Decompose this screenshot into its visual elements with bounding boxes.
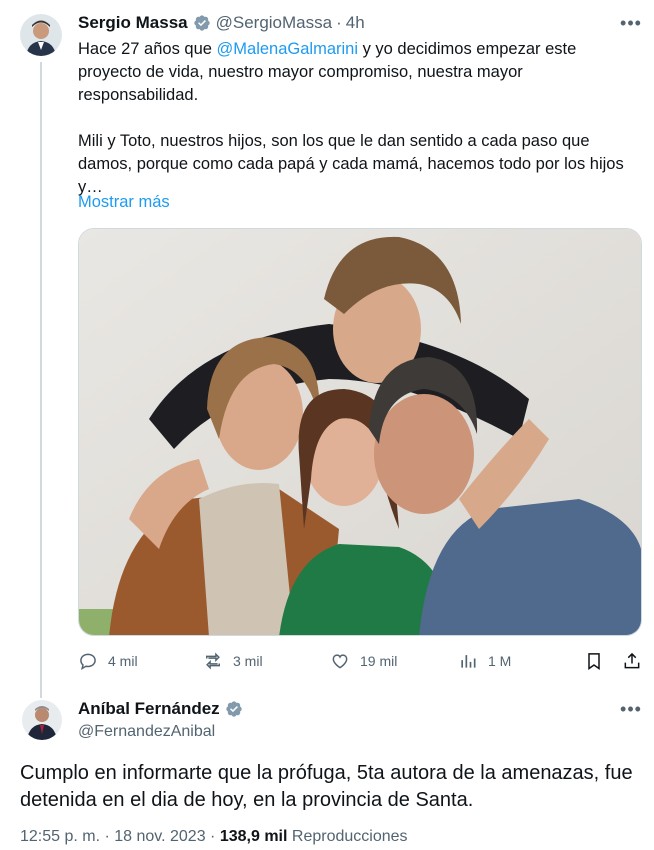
thread-connector <box>40 62 42 698</box>
views-icon <box>461 655 476 668</box>
repost-count: 3 mil <box>233 653 263 669</box>
tweet-paragraph-2: Mili y Toto, nuestros hijos, son los que… <box>78 132 624 196</box>
repost-icon <box>206 652 220 670</box>
author-name[interactable]: Sergio Massa <box>78 13 188 33</box>
tweet-photo[interactable] <box>78 228 642 636</box>
like-icon <box>332 654 348 669</box>
tweet-text-part1: Hace 27 años que <box>78 40 217 58</box>
reply-author-avatar[interactable] <box>22 700 62 740</box>
show-more-link[interactable]: Mostrar más <box>78 193 170 212</box>
reply-text: Cumplo en informarte que la prófuga, 5ta… <box>20 762 633 811</box>
tweet-actions: 4 mil 3 mil 19 mil 1 M <box>78 651 644 675</box>
reply-count: 4 mil <box>108 653 138 669</box>
reply-timestamp[interactable]: 12:55 p. m. · 18 nov. 2023 · <box>20 828 220 845</box>
tweet-text: Hace 27 años que @MalenaGalmarini y yo d… <box>78 38 638 199</box>
share-button[interactable] <box>622 651 642 671</box>
more-icon[interactable]: ••• <box>620 699 642 719</box>
like-button[interactable]: 19 mil <box>330 651 397 671</box>
views-count: 1 M <box>488 653 512 669</box>
tweet-time[interactable]: 4h <box>346 13 365 33</box>
views-button[interactable]: 1 M <box>458 651 511 671</box>
share-icon <box>624 652 640 669</box>
author-handle[interactable]: @SergioMassa <box>216 13 332 33</box>
tweet-header: Sergio Massa @SergioMassa · 4h <box>78 13 365 33</box>
reply-meta: 12:55 p. m. · 18 nov. 2023 · 138,9 mil R… <box>20 828 408 846</box>
bookmark-button[interactable] <box>584 651 604 671</box>
like-count: 19 mil <box>360 653 398 669</box>
reply-button[interactable]: 4 mil <box>78 651 138 671</box>
mention-link[interactable]: @MalenaGalmarini <box>217 40 358 58</box>
repost-button[interactable]: 3 mil <box>203 651 263 671</box>
reply-author-name[interactable]: Aníbal Fernández <box>78 699 220 719</box>
reply-views-count: 138,9 mil <box>219 828 288 845</box>
reply-icon <box>80 653 96 671</box>
verified-badge-icon <box>193 15 210 31</box>
separator-dot: · <box>336 13 342 32</box>
verified-badge-icon <box>226 701 242 717</box>
reply-author-handle[interactable]: @FernandezAnibal <box>78 723 215 741</box>
reply-views-label: Reproducciones <box>287 828 408 845</box>
author-avatar[interactable] <box>20 14 62 56</box>
bookmark-icon <box>588 653 600 670</box>
reply-header: Aníbal Fernández <box>78 699 248 719</box>
more-icon[interactable]: ••• <box>620 13 642 33</box>
